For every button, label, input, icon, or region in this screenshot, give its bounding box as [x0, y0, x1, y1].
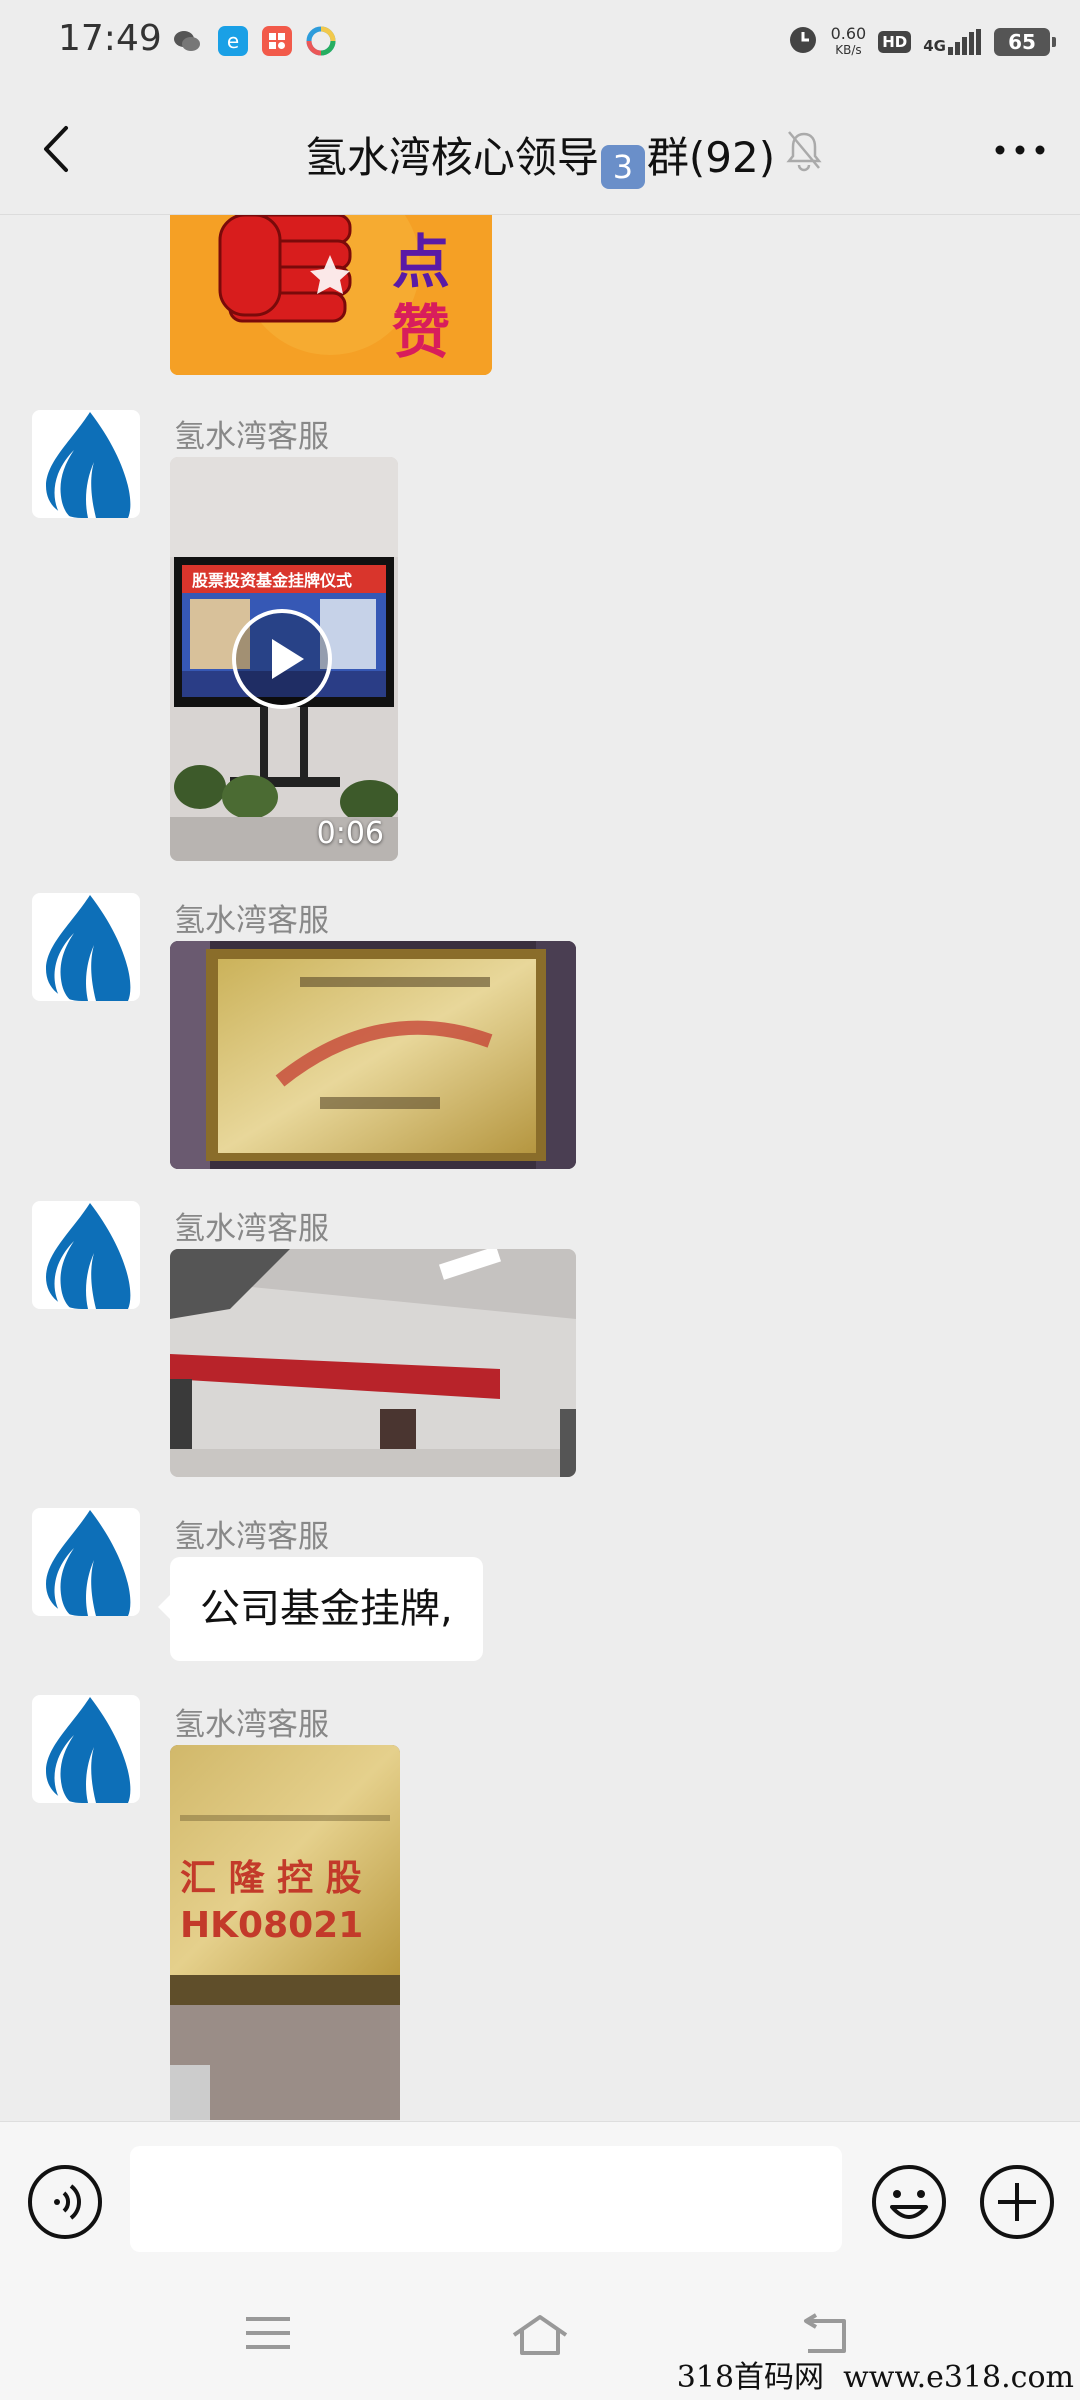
status-indicators: 0.60 KB/s HD 4G 65	[787, 20, 1056, 64]
company-plaque-image-message[interactable]: 汇 隆 控 股 HK08021	[170, 1745, 400, 2120]
color-app-icon	[306, 26, 336, 56]
network-speed: 0.60 KB/s	[830, 24, 867, 57]
sender-name: 氢水湾客服	[174, 1211, 329, 1247]
sender-name: 氢水湾客服	[174, 419, 329, 455]
alarm-icon	[787, 24, 819, 60]
video-banner-text: 股票投资基金挂牌仪式	[192, 571, 353, 590]
water-drop-logo-icon	[46, 412, 131, 518]
message-input[interactable]	[130, 2146, 842, 2252]
water-drop-logo-icon	[46, 1510, 131, 1616]
water-drop-logo-icon	[46, 1697, 131, 1803]
watermark-text: 318首码网 www.e318.com	[676, 2360, 1074, 2395]
battery-indicator: 65	[994, 28, 1056, 56]
emoji-button[interactable]	[870, 2163, 948, 2245]
banner-room-image-message[interactable]	[170, 1249, 576, 1477]
play-icon	[232, 609, 332, 709]
sticker-text-2: 赞	[392, 298, 451, 366]
home-button[interactable]	[510, 2313, 570, 2361]
chat-title-suffix: 群(92)	[646, 133, 776, 182]
voice-input-button[interactable]	[26, 2163, 104, 2245]
svg-text:e: e	[227, 29, 239, 53]
avatar[interactable]	[32, 1695, 140, 1803]
return-icon	[804, 2313, 846, 2353]
text-message-bubble[interactable]: 公司基金挂牌,	[158, 1557, 483, 1661]
sender-name: 氢水湾客服	[174, 903, 329, 939]
avatar[interactable]	[32, 410, 140, 518]
water-drop-logo-icon	[46, 895, 131, 1001]
signal-icon: 4G	[923, 29, 982, 55]
avatar[interactable]	[32, 893, 140, 1001]
water-drop-logo-icon	[46, 1203, 131, 1309]
number-badge: 3	[600, 145, 645, 189]
plaque-line-1: 汇 隆 控 股	[180, 1858, 362, 1899]
message-list[interactable]: 点 赞 氢水湾客服 股票投资基金挂牌仪式 0:06 氢水湾客服 氢水湾客服 氢水…	[0, 215, 1080, 2120]
video-app-icon	[262, 26, 292, 56]
sticker-image-message[interactable]: 点 赞	[170, 215, 492, 375]
voice-icon	[28, 2165, 102, 2239]
plus-icon	[980, 2165, 1054, 2239]
status-bar: 17:49 e 0.60 KB/s HD 4G 65	[0, 0, 1080, 84]
status-time: 17:49	[58, 18, 162, 59]
video-duration: 0:06	[316, 816, 384, 851]
chat-title-prefix: 氢水湾核心领导	[304, 133, 599, 182]
smiley-icon	[872, 2165, 946, 2239]
browser-app-icon: e	[218, 26, 248, 56]
hd-badge: HD	[878, 31, 912, 53]
more-options-button[interactable]	[990, 128, 1050, 172]
more-dots-icon	[995, 145, 1045, 155]
avatar[interactable]	[32, 1508, 140, 1616]
system-navigation-bar: 318首码网 www.e318.com	[0, 2281, 1080, 2400]
more-functions-button[interactable]	[978, 2163, 1056, 2245]
chat-input-bar	[0, 2121, 1080, 2282]
avatar[interactable]	[32, 1201, 140, 1309]
plaque-image-message[interactable]	[170, 941, 576, 1169]
home-icon	[512, 2315, 568, 2355]
mute-bell-icon	[784, 128, 824, 176]
video-message[interactable]: 股票投资基金挂牌仪式 0:06	[170, 457, 398, 861]
sender-name: 氢水湾客服	[174, 1707, 329, 1743]
wechat-notification-icon	[172, 26, 202, 56]
plaque-line-2: HK08021	[180, 1905, 364, 1946]
recent-apps-button[interactable]	[244, 2313, 292, 2357]
play-button[interactable]	[230, 607, 334, 711]
chat-header: 氢水湾核心领导 3 群(92)	[0, 84, 1080, 215]
menu-lines-icon	[246, 2317, 290, 2349]
sender-name: 氢水湾客服	[174, 1519, 329, 1555]
chat-title: 氢水湾核心领导 3 群(92)	[0, 124, 1080, 189]
